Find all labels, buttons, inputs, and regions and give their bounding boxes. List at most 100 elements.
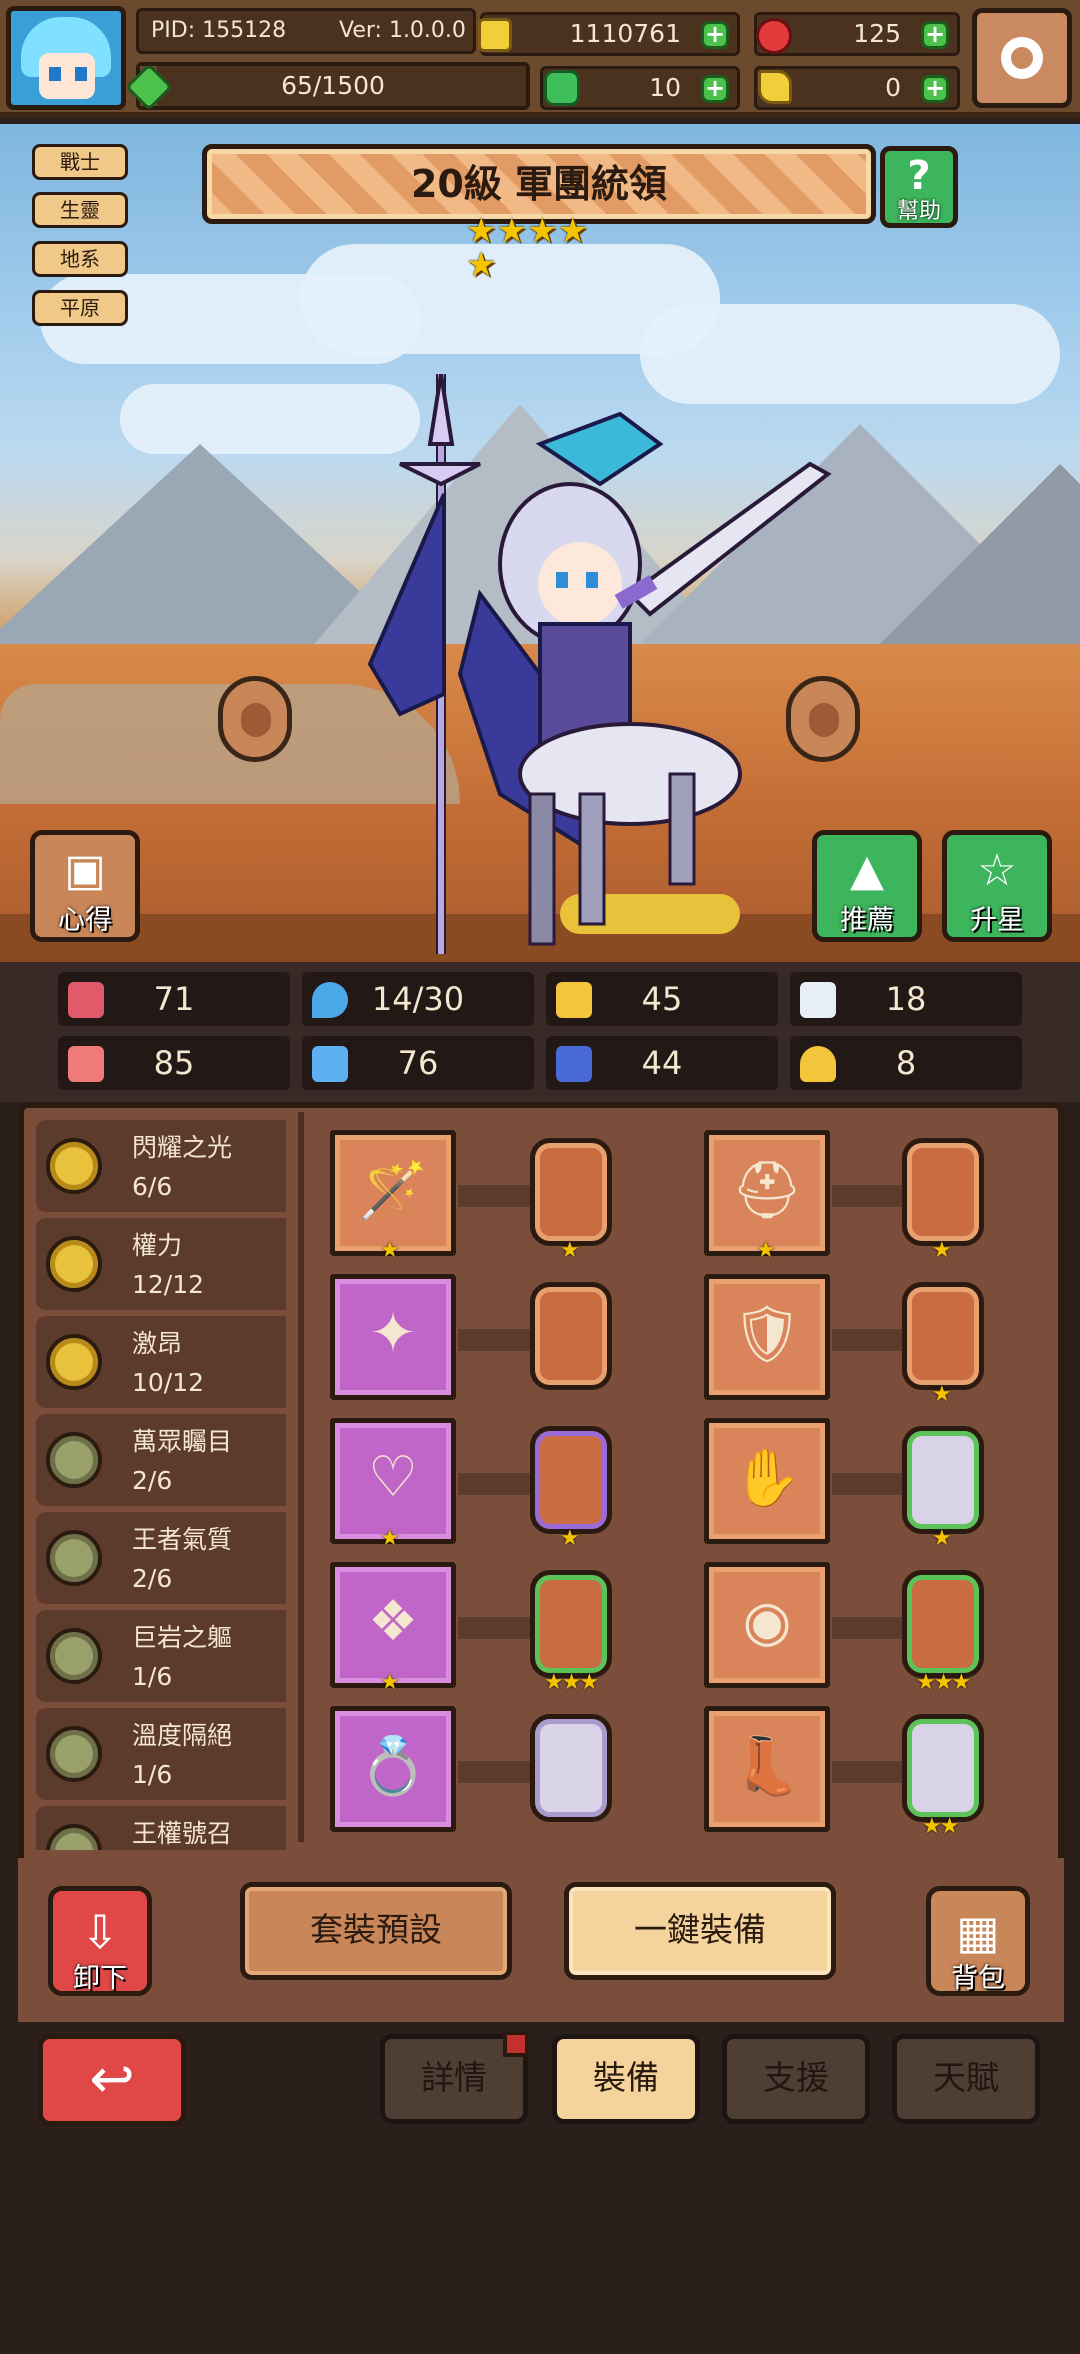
bond-slot-left[interactable] [218,676,292,762]
set-medal-icon [46,1824,102,1850]
helmet-icon: ⛑ [731,1158,803,1223]
bag-button[interactable]: ▦ 背包 [926,1886,1030,1996]
bond-slot-right[interactable] [786,676,860,762]
slot-stars: ★ [380,1526,400,1551]
unequip-button[interactable]: ⇩ 卸下 [48,1886,152,1996]
set-item[interactable]: 激昂 10/12 [36,1316,286,1408]
shield-icon [556,982,592,1018]
set-medal-icon [46,1530,102,1586]
auto-equip-button[interactable]: 一鍵裝備 [564,1882,836,1980]
equip-slot-belt[interactable]: ◉ [704,1562,830,1688]
equip-slot-boots[interactable]: 👢 [704,1706,830,1832]
player-info: PID: 155128 Ver: 1.0.0.0 [136,8,476,54]
set-medal-icon [46,1334,102,1390]
set-item[interactable]: 溫度隔絕 1/6 [36,1708,286,1800]
fist-icon [68,1046,104,1082]
set-preset-button[interactable]: 套裝預設 [240,1882,512,1980]
equip-slot-orb[interactable]: ✦ [330,1274,456,1400]
set-bonus-list[interactable]: 閃耀之光 6/6 權力 12/12 激昂 10/12 萬眾矚目 2/6 王者氣質… [28,1112,286,1850]
equip-slot-gloves[interactable]: ✋ [704,1418,830,1544]
add-keys-button[interactable]: + [921,75,949,103]
rune-slot[interactable] [530,1714,612,1822]
clovers-value: 10 [649,73,681,102]
recommend-button[interactable]: ▲ 推薦 [812,830,922,942]
slot-stars: ★ [380,1238,400,1263]
set-name: 閃耀之光 [132,1133,233,1162]
rune-stars: ★★★ [544,1670,599,1695]
add-rubies-button[interactable]: + [921,21,949,49]
star-up-label: 升星 [970,905,1024,936]
star-up-button[interactable]: ☆ 升星 [942,830,1052,942]
down-arrow-icon: ⇩ [80,1905,120,1959]
stat-value: 76 [397,1044,439,1082]
rune-slot[interactable] [902,1714,984,1822]
tab-equipment[interactable]: 裝備 [552,2034,700,2124]
rune-slot[interactable] [530,1138,612,1246]
stat-attack: 85 [58,1036,290,1090]
rune-slot[interactable] [530,1426,612,1534]
rune-slot[interactable] [902,1426,984,1534]
rune-slot[interactable] [902,1282,984,1390]
add-clovers-button[interactable]: + [701,75,729,103]
rune-stars: ★★★ [916,1670,971,1695]
settings-button[interactable] [972,8,1072,108]
slot-stars: ★ [380,1670,400,1695]
player-id: PID: 155128 [151,18,287,43]
set-item[interactable]: 巨岩之軀 1/6 [36,1610,286,1702]
help-label: 幫助 [896,199,941,224]
set-count: 10/12 [132,1368,205,1397]
tab-talent[interactable]: 天賦 [892,2034,1040,2124]
tab-details-label: 詳情 [421,2058,487,2097]
set-item[interactable]: 權力 12/12 [36,1218,286,1310]
player-avatar[interactable] [6,6,126,110]
stat-mana: 14/30 [302,972,534,1026]
return-arrow-icon: ↩ [89,2047,135,2110]
help-button[interactable]: ? 幫助 [880,146,958,228]
stat-luck: 8 [790,1036,1022,1090]
hero-title: 20級 軍團統領 [410,162,668,206]
stat-value: 8 [895,1044,917,1082]
hero-character-sprite [367,374,832,954]
heart-icon [68,982,104,1018]
wing-icon [800,982,836,1018]
set-item[interactable]: 萬眾矚目 2/6 [36,1414,286,1506]
rune-stars: ★ [560,1526,580,1551]
set-item[interactable]: 王權號召 [36,1806,286,1850]
gauntlet-icon: ✋ [732,1446,802,1511]
rune-slot[interactable] [530,1282,612,1390]
notes-button[interactable]: ▣ 心得 [30,830,140,942]
tab-details[interactable]: 詳情 [380,2031,529,2124]
star-icon: ★ [557,211,588,251]
back-button[interactable]: ↩ [38,2034,186,2126]
key-icon [758,70,792,104]
set-name: 溫度隔絕 [132,1721,233,1750]
equip-slot-ring[interactable]: 💍 [330,1706,456,1832]
horseshoe-icon [800,1046,836,1082]
set-item[interactable]: 王者氣質 2/6 [36,1512,286,1604]
rune-stars: ★ [932,1238,952,1263]
rune-slot[interactable] [530,1570,612,1678]
ruby-icon [756,18,792,54]
add-coins-button[interactable]: + [701,21,729,49]
xp-text: 65/1500 [281,71,385,100]
set-name: 王者氣質 [132,1525,233,1554]
stat-value: 85 [153,1044,195,1082]
slot-stars: ★ [756,1238,776,1263]
equip-slot-armor[interactable]: 🛡 [704,1274,830,1400]
rune-slot[interactable] [902,1138,984,1246]
set-name: 萬眾矚目 [132,1427,233,1456]
rune-slot[interactable] [902,1570,984,1678]
tab-support[interactable]: 支援 [722,2034,870,2124]
set-name: 權力 [132,1231,183,1260]
rune-stars: ★ [560,1238,580,1263]
tag-class[interactable]: 戰士 [32,144,128,180]
tag-race[interactable]: 生靈 [32,192,128,228]
belt-icon: ◉ [742,1589,792,1654]
scepter-icon: 🪄 [358,1158,428,1223]
set-item[interactable]: 閃耀之光 6/6 [36,1120,286,1212]
set-medal-icon [46,1628,102,1684]
tag-element[interactable]: 地系 [32,241,128,277]
stat-value: 44 [641,1044,683,1082]
ring-icon: 💍 [358,1734,428,1799]
tag-terrain[interactable]: 平原 [32,290,128,326]
